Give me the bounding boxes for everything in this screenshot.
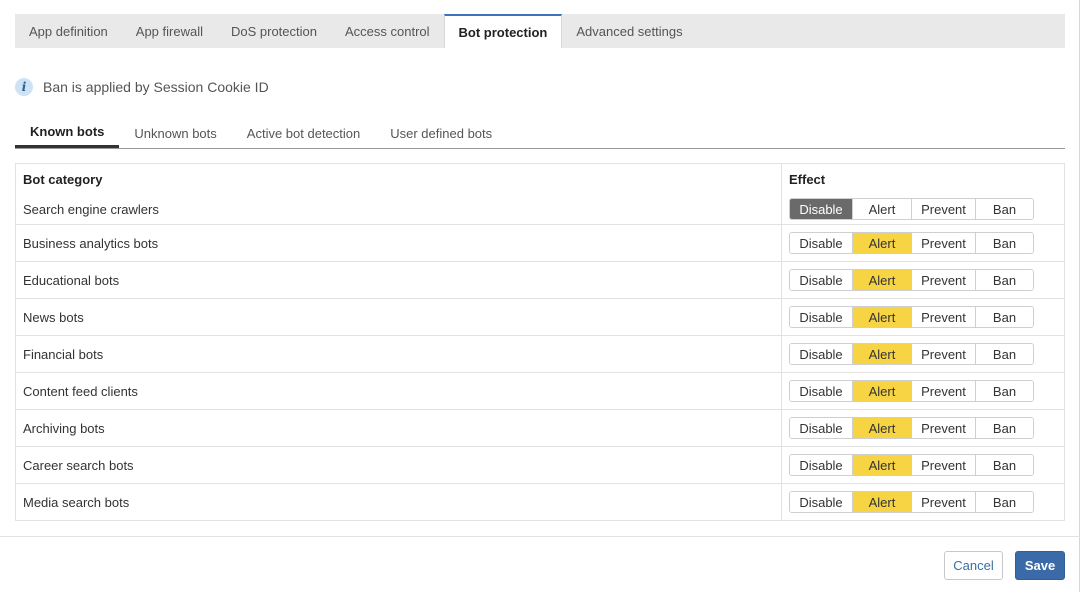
effect-option-disable[interactable]: Disable — [790, 455, 852, 475]
top-tab-bar: App definition App firewall DoS protecti… — [15, 14, 1065, 48]
effect-option-disable[interactable]: Disable — [790, 270, 852, 290]
sub-tab-bar: Known bots Unknown bots Active bot detec… — [15, 118, 1065, 149]
table-row: News bots Disable Alert Prevent Ban — [16, 298, 1064, 335]
effect-cell: Disable Alert Prevent Ban — [782, 410, 1064, 446]
bot-category-name: Career search bots — [16, 447, 782, 483]
effect-option-disable[interactable]: Disable — [790, 418, 852, 438]
effect-option-ban[interactable]: Ban — [975, 307, 1033, 327]
effect-option-disable[interactable]: Disable — [790, 344, 852, 364]
table-row: Business analytics bots Disable Alert Preve… — [16, 224, 1064, 261]
effect-cell: Disable Alert Prevent Ban — [782, 262, 1064, 298]
effect-option-prevent[interactable]: Prevent — [911, 344, 975, 364]
effect-option-prevent[interactable]: Prevent — [911, 381, 975, 401]
tab-known-bots[interactable]: Known bots — [15, 118, 120, 148]
effect-option-prevent[interactable]: Prevent — [911, 492, 975, 512]
effect-segmented-control: Disable Alert Prevent Ban — [789, 198, 1034, 220]
effect-option-alert[interactable]: Alert — [852, 199, 911, 219]
column-header-effect: Effect — [789, 171, 826, 187]
effect-option-prevent[interactable]: Prevent — [911, 418, 975, 438]
bot-category-table: Bot category Effect Search engine crawle… — [15, 163, 1065, 521]
footer-divider — [0, 536, 1080, 537]
effect-segmented-control: Disable Alert Prevent Ban — [789, 417, 1034, 439]
effect-option-alert[interactable]: Alert — [852, 492, 911, 512]
effect-segmented-control: Disable Alert Prevent Ban — [789, 380, 1034, 402]
effect-cell: Disable Alert Prevent Ban — [782, 299, 1064, 335]
cancel-button[interactable]: Cancel — [944, 551, 1003, 580]
effect-option-alert[interactable]: Alert — [852, 233, 911, 253]
effect-option-alert[interactable]: Alert — [852, 381, 911, 401]
effect-segmented-control: Disable Alert Prevent Ban — [789, 306, 1034, 328]
effect-option-ban[interactable]: Ban — [975, 199, 1033, 219]
effect-option-prevent[interactable]: Prevent — [911, 233, 975, 253]
info-message: i Ban is applied by Session Cookie ID — [15, 78, 269, 96]
bot-category-name: Content feed clients — [16, 373, 782, 409]
table-header-row: Bot category Effect — [16, 164, 1064, 194]
info-icon: i — [15, 78, 33, 96]
effect-option-alert[interactable]: Alert — [852, 344, 911, 364]
bot-category-name: News bots — [16, 299, 782, 335]
effect-cell: Disable Alert Prevent Ban — [782, 194, 1064, 224]
effect-option-ban[interactable]: Ban — [975, 418, 1033, 438]
effect-cell: Disable Alert Prevent Ban — [782, 373, 1064, 409]
effect-option-ban[interactable]: Ban — [975, 233, 1033, 253]
effect-segmented-control: Disable Alert Prevent Ban — [789, 454, 1034, 476]
tab-active-bot-detection[interactable]: Active bot detection — [232, 118, 375, 148]
save-button[interactable]: Save — [1015, 551, 1065, 580]
effect-option-prevent[interactable]: Prevent — [911, 199, 975, 219]
effect-option-disable[interactable]: Disable — [790, 199, 852, 219]
tab-app-firewall[interactable]: App firewall — [122, 14, 217, 48]
table-row: Educational bots Disable Alert Prevent Ban — [16, 261, 1064, 298]
tab-access-control[interactable]: Access control — [331, 14, 444, 48]
bot-category-name: Media search bots — [16, 484, 782, 520]
effect-option-alert[interactable]: Alert — [852, 418, 911, 438]
table-row: Financial bots Disable Alert Prevent Ban — [16, 335, 1064, 372]
tab-unknown-bots[interactable]: Unknown bots — [119, 118, 231, 148]
effect-option-prevent[interactable]: Prevent — [911, 270, 975, 290]
table-row: Archiving bots Disable Alert Prevent Ban — [16, 409, 1064, 446]
effect-cell: Disable Alert Prevent Ban — [782, 336, 1064, 372]
effect-option-ban[interactable]: Ban — [975, 455, 1033, 475]
effect-option-disable[interactable]: Disable — [790, 307, 852, 327]
table-row: Search engine crawlers Disable Alert Preven… — [16, 194, 1064, 224]
table-row: Career search bots Disable Alert Prevent Ban — [16, 446, 1064, 483]
bot-category-name: Educational bots — [16, 262, 782, 298]
tab-app-definition[interactable]: App definition — [15, 14, 122, 48]
effect-segmented-control: Disable Alert Prevent Ban — [789, 269, 1034, 291]
bot-category-name: Search engine crawlers — [16, 194, 782, 224]
effect-cell: Disable Alert Prevent Ban — [782, 447, 1064, 483]
tab-dos-protection[interactable]: DoS protection — [217, 14, 331, 48]
bot-category-name: Financial bots — [16, 336, 782, 372]
tab-bot-protection[interactable]: Bot protection — [443, 14, 563, 48]
bot-category-name: Archiving bots — [16, 410, 782, 446]
tab-user-defined-bots[interactable]: User defined bots — [375, 118, 507, 148]
effect-option-ban[interactable]: Ban — [975, 492, 1033, 512]
effect-option-disable[interactable]: Disable — [790, 381, 852, 401]
effect-segmented-control: Disable Alert Prevent Ban — [789, 343, 1034, 365]
table-row: Media search bots Disable Alert Prevent Ban — [16, 483, 1064, 520]
bot-category-name: Business analytics bots — [16, 225, 782, 261]
effect-option-disable[interactable]: Disable — [790, 233, 852, 253]
effect-option-alert[interactable]: Alert — [852, 307, 911, 327]
tab-advanced-settings[interactable]: Advanced settings — [562, 14, 696, 48]
effect-segmented-control: Disable Alert Prevent Ban — [789, 491, 1034, 513]
column-header-bot-category: Bot category — [16, 164, 782, 194]
effect-option-ban[interactable]: Ban — [975, 270, 1033, 290]
effect-option-disable[interactable]: Disable — [790, 492, 852, 512]
effect-cell: Disable Alert Prevent Ban — [782, 484, 1064, 520]
effect-segmented-control: Disable Alert Prevent Ban — [789, 232, 1034, 254]
effect-cell: Disable Alert Prevent Ban — [782, 225, 1064, 261]
effect-option-prevent[interactable]: Prevent — [911, 455, 975, 475]
table-row: Content feed clients Disable Alert Prevent B… — [16, 372, 1064, 409]
effect-option-ban[interactable]: Ban — [975, 381, 1033, 401]
effect-option-prevent[interactable]: Prevent — [911, 307, 975, 327]
effect-option-alert[interactable]: Alert — [852, 270, 911, 290]
effect-option-alert[interactable]: Alert — [852, 455, 911, 475]
effect-option-ban[interactable]: Ban — [975, 344, 1033, 364]
info-text: Ban is applied by Session Cookie ID — [43, 79, 269, 95]
